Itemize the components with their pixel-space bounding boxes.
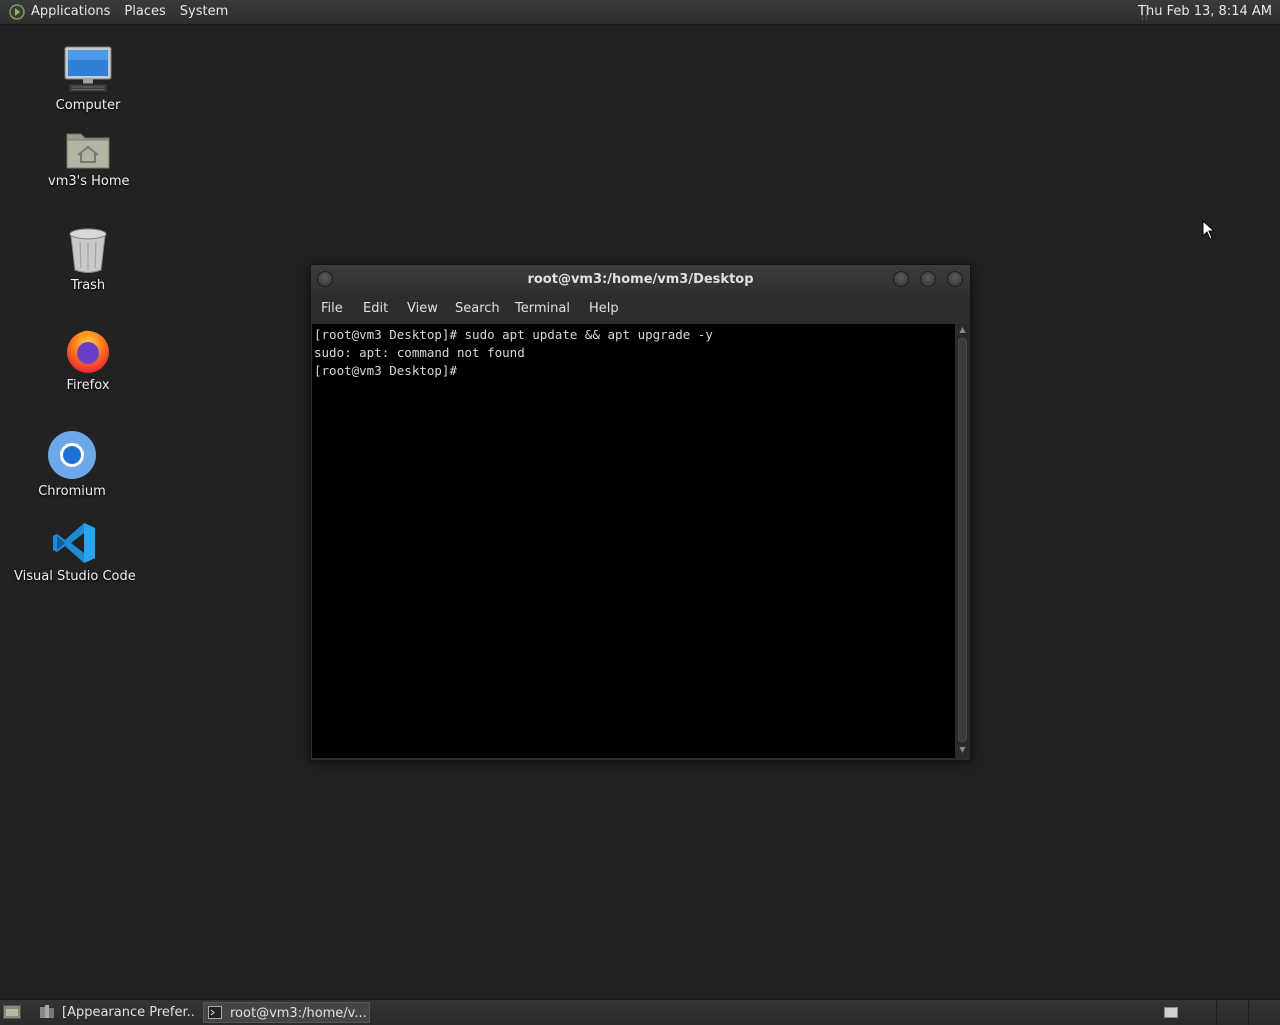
trash-icon	[69, 228, 107, 273]
workspace-switcher[interactable]	[1158, 1000, 1182, 1025]
mouse-cursor-icon	[1202, 220, 1216, 240]
taskbar-item-terminal[interactable]: root@vm3:/home/v...	[203, 1002, 370, 1023]
firefox-icon	[67, 330, 109, 373]
menu-applications[interactable]: Applications	[31, 0, 110, 24]
clock[interactable]: Thu Feb 13, 8:14 AM	[1138, 0, 1272, 24]
top-menu: Applications Places System	[0, 0, 242, 24]
home-folder-icon	[66, 133, 110, 169]
desktop-icon-chromium[interactable]: Chromium	[32, 430, 112, 499]
window-title: root@vm3:/home/vm3/Desktop	[527, 272, 754, 287]
terminal-window[interactable]: root@vm3:/home/vm3/Desktop File Edit Vie…	[310, 264, 971, 761]
taskbar-item-appearance[interactable]: [Appearance Prefer...	[36, 1002, 196, 1023]
desktop-icon-label: Visual Studio Code	[14, 569, 136, 584]
applications-logo-icon[interactable]	[9, 4, 25, 20]
bottom-panel: [Appearance Prefer... root@vm3:/home/v..…	[0, 999, 1280, 1025]
top-panel: Applications Places System Thu Feb 13, 8…	[0, 0, 1280, 25]
chromium-icon	[48, 431, 96, 479]
terminal-prompt-line: [root@vm3 Desktop]#	[314, 362, 955, 380]
desktop-icon-label: Trash	[70, 278, 106, 293]
panel-divider	[1248, 1000, 1249, 1025]
desktop-icon-firefox[interactable]: Firefox	[48, 326, 128, 393]
menu-file[interactable]: File	[321, 295, 343, 323]
terminal-output[interactable]: [root@vm3 Desktop]# sudo apt update && a…	[312, 324, 955, 758]
menu-search[interactable]: Search	[455, 295, 500, 323]
scroll-down-arrow-icon[interactable]: ▼	[956, 745, 969, 754]
maximize-button[interactable]	[920, 271, 936, 287]
scroll-up-arrow-icon[interactable]: ▲	[956, 325, 969, 334]
menu-places[interactable]: Places	[124, 0, 165, 24]
terminal-prompt: [root@vm3 Desktop]#	[314, 363, 465, 378]
panel-divider	[1216, 1000, 1217, 1025]
terminal-menubar: File Edit View Search Terminal Help	[311, 295, 970, 323]
menu-view[interactable]: View	[407, 295, 438, 323]
desktop-icon-label: vm3's Home	[48, 174, 130, 189]
close-button[interactable]	[947, 271, 963, 287]
terminal-line: [root@vm3 Desktop]# sudo apt update && a…	[314, 327, 713, 342]
computer-icon	[64, 46, 112, 93]
terminal-icon	[208, 1006, 222, 1019]
terminal-scrollbar[interactable]: ▲ ▼	[956, 324, 969, 758]
taskbar-item-label: [Appearance Prefer...	[62, 1005, 196, 1020]
menu-terminal[interactable]: Terminal	[515, 295, 570, 323]
desktop-icon-computer[interactable]: Computer	[48, 46, 128, 113]
show-desktop-icon[interactable]	[3, 1005, 21, 1019]
desktop-icon-trash[interactable]: Trash	[48, 228, 128, 293]
menu-edit[interactable]: Edit	[363, 295, 388, 323]
desktop-icon-label: Chromium	[38, 484, 106, 499]
scrollbar-thumb[interactable]	[958, 338, 967, 742]
workspace-1[interactable]	[1164, 1007, 1178, 1018]
appearance-prefs-icon	[40, 1005, 54, 1018]
menu-help[interactable]: Help	[589, 295, 619, 323]
menu-system[interactable]: System	[180, 0, 228, 24]
desktop-icon-home[interactable]: vm3's Home	[48, 128, 130, 189]
desktop-icon-label: Firefox	[66, 378, 110, 393]
desktop-icon-vscode[interactable]: Visual Studio Code	[14, 521, 136, 584]
vscode-icon	[53, 523, 95, 563]
minimize-button[interactable]	[893, 271, 909, 287]
taskbar-item-label: root@vm3:/home/v...	[230, 1006, 367, 1021]
desktop-icon-label: Computer	[55, 98, 121, 113]
window-titlebar[interactable]: root@vm3:/home/vm3/Desktop	[311, 265, 970, 295]
terminal-line: sudo: apt: command not found	[314, 345, 525, 360]
